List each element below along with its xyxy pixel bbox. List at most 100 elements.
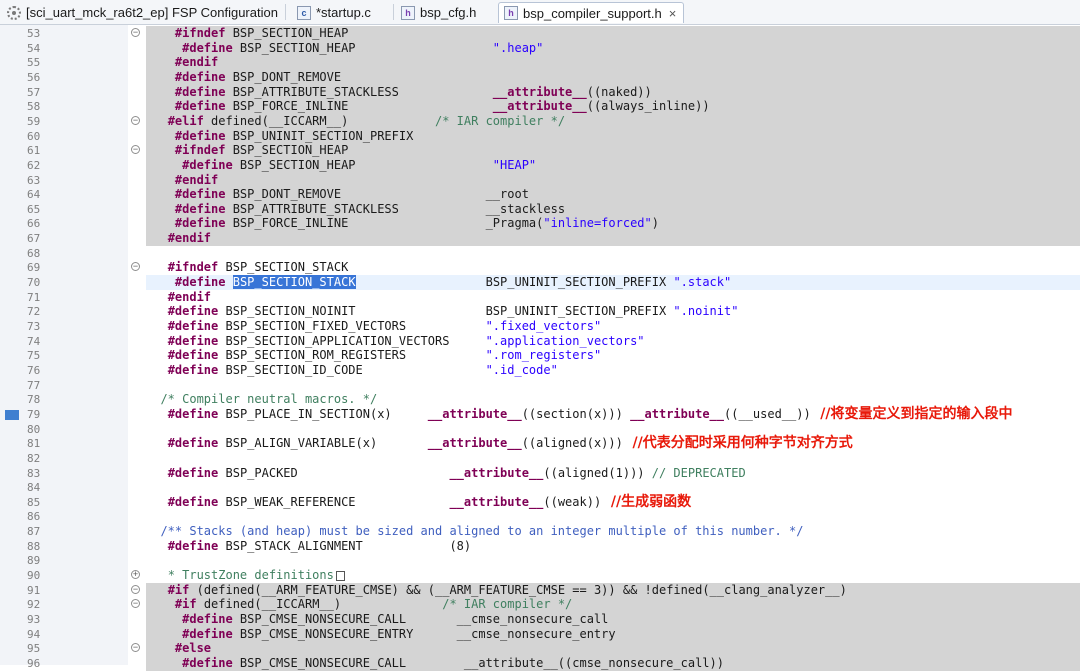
collapsed-region-icon[interactable]	[335, 571, 345, 582]
code-line[interactable]: 63 #endif	[0, 172, 1080, 188]
code-text[interactable]: * TrustZone definitions	[146, 568, 345, 583]
code-line[interactable]: 55 #endif	[0, 55, 1080, 71]
code-text[interactable]: #define BSP_CMSE_NONSECURE_ENTRY __cmse_…	[146, 627, 615, 642]
collapse-fold-icon[interactable]: −	[131, 643, 140, 653]
code-text[interactable]: #define BSP_CMSE_NONSECURE_CALL __cmse_n…	[146, 612, 608, 627]
collapse-fold-icon[interactable]: −	[131, 145, 140, 155]
code-text[interactable]: #define BSP_DONT_REMOVE __root	[146, 187, 529, 202]
code-text[interactable]: #define BSP_SECTION_NOINIT BSP_UNINIT_SE…	[146, 304, 739, 319]
code-token: ((naked))	[586, 84, 652, 99]
code-line[interactable]: 75 #define BSP_SECTION_ROM_REGISTERS ".r…	[0, 348, 1080, 363]
code-text[interactable]: #endif	[146, 173, 218, 188]
line-number: 79	[27, 407, 41, 421]
code-text[interactable]: #define BSP_DONT_REMOVE	[146, 70, 341, 85]
code-line[interactable]: 74 #define BSP_SECTION_APPLICATION_VECTO…	[0, 334, 1080, 349]
code-line[interactable]: 60 #define BSP_UNINIT_SECTION_PREFIX	[0, 128, 1080, 144]
code-text[interactable]: #if defined(__ICCARM__) /* IAR compiler …	[146, 597, 572, 612]
expand-fold-icon[interactable]: +	[131, 570, 140, 580]
code-text[interactable]: #define BSP_FORCE_INLINE __attribute__((…	[146, 99, 710, 114]
code-line[interactable]: 94 #define BSP_CMSE_NONSECURE_ENTRY __cm…	[0, 626, 1080, 642]
code-text[interactable]: #define BSP_SECTION_HEAP ".heap"	[146, 41, 543, 56]
code-line[interactable]: 96 #define BSP_CMSE_NONSECURE_CALL __att…	[0, 655, 1080, 671]
code-text[interactable]: #else	[146, 641, 211, 656]
code-text[interactable]: #define BSP_STACK_ALIGNMENT (8)	[146, 539, 471, 554]
code-line[interactable]: 88 #define BSP_STACK_ALIGNMENT (8)	[0, 539, 1080, 554]
code-line[interactable]: 62 #define BSP_SECTION_HEAP "HEAP"	[0, 157, 1080, 173]
code-text[interactable]: #define BSP_SECTION_ID_CODE ".id_code"	[146, 363, 558, 378]
collapse-fold-icon[interactable]: −	[131, 599, 140, 609]
code-text[interactable]: #define BSP_ALIGN_VARIABLE(x) __attribut…	[146, 436, 623, 451]
code-line[interactable]: 92 − #if defined(__ICCARM__) /* IAR compi…	[0, 597, 1080, 613]
code-line[interactable]: 68	[0, 246, 1080, 261]
code-line[interactable]: 73 #define BSP_SECTION_FIXED_VECTORS ".f…	[0, 319, 1080, 334]
code-text[interactable]: #define BSP_SECTION_FIXED_VECTORS ".fixe…	[146, 319, 601, 334]
code-line[interactable]: 71 #endif	[0, 290, 1080, 305]
code-line[interactable]: 54 #define BSP_SECTION_HEAP ".heap"	[0, 40, 1080, 56]
code-text[interactable]: #ifndef BSP_SECTION_HEAP	[146, 26, 348, 41]
code-line[interactable]: 87 /** Stacks (and heap) must be sized a…	[0, 524, 1080, 539]
code-text[interactable]: #elif defined(__ICCARM__) /* IAR compile…	[146, 114, 565, 129]
code-text[interactable]: #if (defined(__ARM_FEATURE_CMSE) && (__A…	[146, 583, 847, 598]
current-line-marker[interactable]	[5, 409, 19, 420]
code-token: #define	[167, 465, 219, 480]
code-text[interactable]: /** Stacks (and heap) must be sized and …	[146, 524, 803, 539]
tab-bsp-cfg-h[interactable]: h bsp_cfg.h	[396, 2, 476, 23]
code-text[interactable]: #define BSP_WEAK_REFERENCE __attribute__…	[146, 495, 601, 510]
code-line[interactable]: 59 − #elif defined(__ICCARM__) /* IAR com…	[0, 113, 1080, 129]
code-text[interactable]: #define BSP_ATTRIBUTE_STACKLESS __attrib…	[146, 85, 652, 100]
code-text[interactable]: #endif	[146, 55, 218, 70]
code-line[interactable]: 53 − #ifndef BSP_SECTION_HEAP	[0, 26, 1080, 41]
tab-bsp-compiler-support-h[interactable]: h bsp_compiler_support.h ×	[498, 2, 684, 23]
collapse-fold-icon[interactable]: −	[131, 262, 140, 272]
code-editor[interactable]: 53− #ifndef BSP_SECTION_HEAP 54 #define B…	[0, 25, 1080, 671]
tab-startup-c[interactable]: c *startup.c	[292, 2, 371, 23]
code-text[interactable]: #ifndef BSP_SECTION_STACK	[146, 260, 349, 275]
code-text[interactable]: #define BSP_CMSE_NONSECURE_CALL __attrib…	[146, 656, 724, 671]
code-line[interactable]: 64 #define BSP_DONT_REMOVE __root	[0, 187, 1080, 203]
code-line[interactable]: 91 − #if (defined(__ARM_FEATURE_CMSE) && …	[0, 582, 1080, 598]
code-text[interactable]: #define BSP_UNINIT_SECTION_PREFIX	[146, 129, 413, 144]
code-line[interactable]: 89	[0, 553, 1080, 568]
code-text[interactable]: #define BSP_PACKED __attribute__((aligne…	[146, 466, 746, 481]
code-line[interactable]: 72 #define BSP_SECTION_NOINIT BSP_UNINIT…	[0, 304, 1080, 319]
code-line[interactable]: 80	[0, 422, 1080, 437]
code-line[interactable]: 93 #define BSP_CMSE_NONSECURE_CALL __cms…	[0, 612, 1080, 627]
code-text[interactable]: #define BSP_SECTION_HEAP "HEAP"	[146, 158, 536, 173]
code-token: BSP_STACK_ALIGNMENT (8)	[218, 538, 472, 553]
code-line[interactable]: 57 #define BSP_ATTRIBUTE_STACKLESS __att…	[0, 84, 1080, 100]
code-line[interactable]: 66 #define BSP_FORCE_INLINE _Pragma("inl…	[0, 216, 1080, 232]
code-text[interactable]: /* Compiler neutral macros. */	[146, 392, 377, 407]
collapse-fold-icon[interactable]: −	[131, 28, 140, 37]
code-text[interactable]: #define BSP_PLACE_IN_SECTION(x) __attrib…	[146, 407, 811, 422]
code-text[interactable]: #define BSP_SECTION_ROM_REGISTERS ".rom_…	[146, 348, 601, 363]
code-line[interactable]: 70 #define BSP_SECTION_STACK BSP_UNINIT_…	[0, 275, 1080, 291]
code-text[interactable]: #ifndef BSP_SECTION_HEAP	[146, 143, 348, 158]
collapse-fold-icon[interactable]: −	[131, 115, 140, 125]
code-text[interactable]: #define BSP_SECTION_STACK BSP_UNINIT_SEC…	[146, 275, 731, 290]
code-text[interactable]: #define BSP_SECTION_APPLICATION_VECTORS …	[146, 334, 645, 349]
code-line[interactable]: 90 + * TrustZone definitions	[0, 568, 1080, 583]
collapse-fold-icon[interactable]: −	[131, 584, 140, 594]
tab-fsp-configuration[interactable]: [sci_uart_mck_ra6t2_ep] FSP Configuratio…	[2, 2, 278, 23]
code-line[interactable]: 76 #define BSP_SECTION_ID_CODE ".id_code…	[0, 363, 1080, 378]
code-line[interactable]: 67 #endif	[0, 231, 1080, 247]
code-text[interactable]: #endif	[146, 231, 211, 246]
close-icon[interactable]: ×	[669, 6, 677, 21]
code-line[interactable]: 65 #define BSP_ATTRIBUTE_STACKLESS __sta…	[0, 201, 1080, 217]
code-line[interactable]: 95 − #else	[0, 641, 1080, 657]
code-line[interactable]: 56 #define BSP_DONT_REMOVE	[0, 69, 1080, 85]
code-line[interactable]: 82	[0, 451, 1080, 466]
code-line[interactable]: 58 #define BSP_FORCE_INLINE __attribute_…	[0, 99, 1080, 115]
code-line[interactable]: 85 #define BSP_WEAK_REFERENCE __attribut…	[0, 495, 1080, 510]
code-line[interactable]: 83 #define BSP_PACKED __attribute__((ali…	[0, 466, 1080, 481]
code-text[interactable]: #define BSP_FORCE_INLINE _Pragma("inline…	[146, 216, 659, 231]
code-line[interactable]: 69 − #ifndef BSP_SECTION_STACK	[0, 260, 1080, 275]
code-line[interactable]: 61 − #ifndef BSP_SECTION_HEAP	[0, 143, 1080, 159]
code-line[interactable]: 81 #define BSP_ALIGN_VARIABLE(x) __attri…	[0, 436, 1080, 451]
code-text[interactable]: #endif	[146, 290, 211, 305]
code-text[interactable]: #define BSP_ATTRIBUTE_STACKLESS __stackl…	[146, 202, 565, 217]
code-line[interactable]: 86	[0, 509, 1080, 524]
code-line[interactable]: 77	[0, 378, 1080, 393]
code-line[interactable]: 84	[0, 480, 1080, 495]
